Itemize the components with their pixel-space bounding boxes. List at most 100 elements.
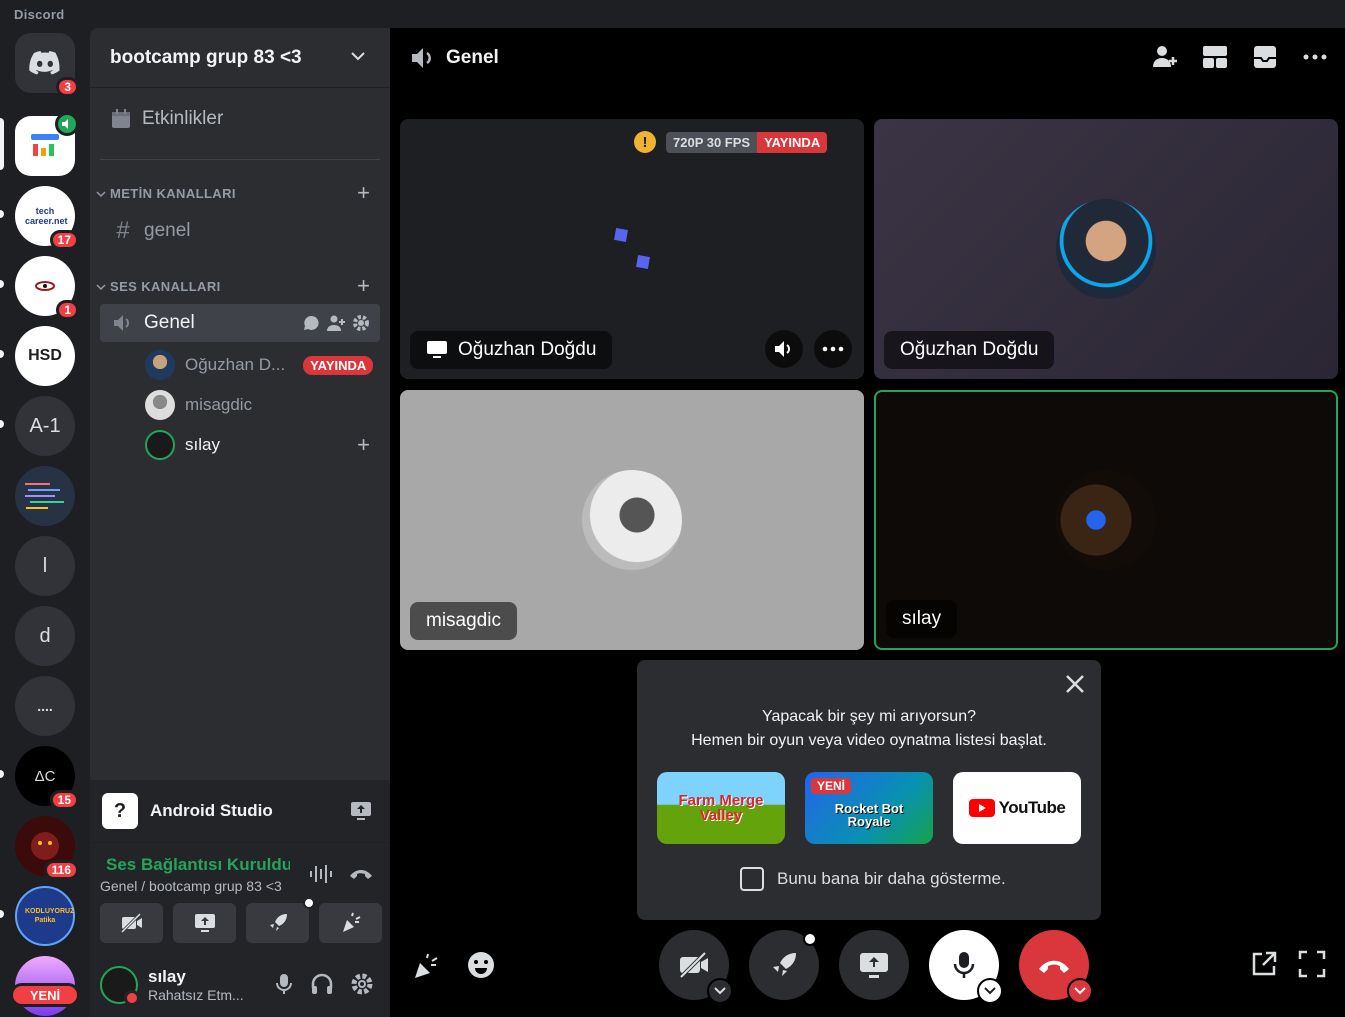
more-icon [822,346,844,352]
guild-header[interactable]: bootcamp grup 83 <3 [90,28,390,88]
discord-logo-icon [29,51,60,75]
events-item[interactable]: Etkinlikler [110,108,223,130]
text-category[interactable]: METİN KANALLARI [96,186,236,201]
dont-show-checkbox[interactable] [740,867,764,891]
tile-label: sılay [886,600,958,638]
gear-icon[interactable] [352,314,370,332]
activity-popup: Yapacak bir şey mi arıyorsun? Hemen bir … [637,660,1101,920]
avatar [1056,470,1156,570]
grid-layout-icon[interactable] [1201,43,1229,71]
add-channel-icon[interactable]: + [357,180,370,206]
question-icon: ? [102,793,138,829]
user-info[interactable]: sılay Rahatsız Etm... [148,967,244,1003]
fullscreen-icon[interactable] [1298,950,1326,978]
chevron-down-icon [984,987,996,995]
microphone-icon [953,952,975,978]
chevron-down-icon [1074,987,1086,995]
invite-user-icon[interactable] [326,314,346,332]
voice-category[interactable]: SES KANALLARI [96,279,221,294]
microphone-button[interactable] [929,930,1003,1004]
server-patika[interactable]: KODLUYORUZ Patika [15,886,75,946]
add-friend-icon[interactable] [1151,43,1179,71]
server-3[interactable]: 1 [15,256,79,320]
eye-logo-icon [35,281,55,291]
server-demon[interactable]: 116 [15,816,79,880]
server-techcareer[interactable]: tech career.net 17 [15,186,79,250]
soundboard-button[interactable] [319,903,382,943]
avatar [145,350,175,380]
inbox-icon[interactable] [1251,43,1279,71]
voice-member-oguzhan[interactable]: Oğuzhan D... YAYINDA [145,347,380,383]
warning-icon[interactable]: ! [634,131,656,153]
screen-share-button[interactable] [173,903,236,943]
server-l[interactable]: l [15,536,75,596]
microphone-options[interactable] [977,978,1003,1004]
screen-share-icon [194,914,215,932]
tile-label: Oğuzhan Doğdu [884,331,1055,369]
activities-button[interactable] [749,930,819,1000]
stream-tile[interactable]: ! 720P 30 FPS YAYINDA Oğuzhan Doğdu [400,119,864,379]
leave-call-button[interactable] [1019,930,1093,1004]
noise-suppression-icon[interactable] [308,863,334,885]
soundboard-icon[interactable] [412,952,440,980]
home-button[interactable]: 3 [15,33,79,97]
camera-toggle-button[interactable] [659,930,733,1004]
voice-sub[interactable]: Genel / bootcamp grup 83 <3 [100,878,282,894]
call-options[interactable] [1067,978,1093,1004]
camera-off-button[interactable] [100,903,163,943]
tile-more-button[interactable] [814,330,852,368]
server-hsd[interactable]: HSD [15,326,75,386]
server-d[interactable]: d [15,606,75,666]
channel-tools [302,314,370,332]
avatar [145,390,175,420]
user-avatar[interactable] [100,965,140,1006]
close-icon[interactable] [1063,672,1087,696]
disconnect-icon[interactable] [348,865,374,881]
home-badge: 3 [56,77,79,97]
dont-show-label[interactable]: Bunu bana bir daha gösterme. [777,869,1006,889]
activity-card-farm[interactable]: Farm Merge Valley [657,772,785,844]
emoji-icon[interactable] [466,950,496,980]
server-selected[interactable] [15,112,79,176]
settings-gear-icon[interactable] [350,972,374,996]
popout-icon[interactable] [1250,950,1278,978]
channel-genel[interactable]: # genel [100,212,380,250]
add-icon[interactable]: + [357,432,370,458]
camera-options[interactable] [707,978,733,1004]
call-title: Genel [446,47,499,68]
activity-button[interactable] [246,897,315,943]
channel-sidebar: bootcamp grup 83 <3 Etkinlikler METİN KA… [90,28,390,1017]
activity-card-youtube[interactable]: YouTube [953,772,1081,844]
camera-off-icon [120,913,142,933]
server-dots[interactable]: .... [15,676,75,736]
tile-label: misagdic [410,602,517,640]
user-name: sılay [148,966,186,986]
server-rail: 3 tech career.net 17 1 HSD A-1 l d .... … [0,28,90,1017]
user-status: Rahatsız Etm... [148,986,244,1003]
chat-bubble-icon[interactable] [302,314,320,332]
server-ac[interactable]: ΔC 15 [15,746,79,810]
participant-tile-speaking[interactable]: sılay [874,390,1338,650]
more-icon[interactable] [1301,43,1329,71]
speaker-icon [114,315,129,331]
guild-name: bootcamp grup 83 <3 [110,46,302,68]
activity-card-rocket[interactable]: YENİ Rocket Bot Royale [805,772,933,844]
voice-member-silay[interactable]: sılay + [145,427,380,463]
share-screen-button[interactable] [839,930,909,1000]
divider [100,159,380,160]
activity-panel[interactable]: ? Android Studio [90,780,390,842]
participant-tile[interactable]: misagdic [400,390,864,650]
microphone-icon[interactable] [274,972,294,996]
voice-channel-genel[interactable]: Genel [100,304,380,342]
participant-tile[interactable]: Oğuzhan Doğdu [874,119,1338,379]
loading-dot [636,255,650,269]
activity-name: Android Studio [150,801,273,820]
server-code[interactable] [15,466,75,526]
screen-share-icon[interactable] [350,800,372,822]
volume-button[interactable] [765,330,803,368]
voice-member-misagdic[interactable]: misagdic [145,387,380,423]
server-a1[interactable]: A-1 [15,396,75,456]
headphones-icon[interactable] [310,972,334,996]
add-voice-channel-icon[interactable]: + [357,273,370,299]
party-icon [342,912,360,932]
